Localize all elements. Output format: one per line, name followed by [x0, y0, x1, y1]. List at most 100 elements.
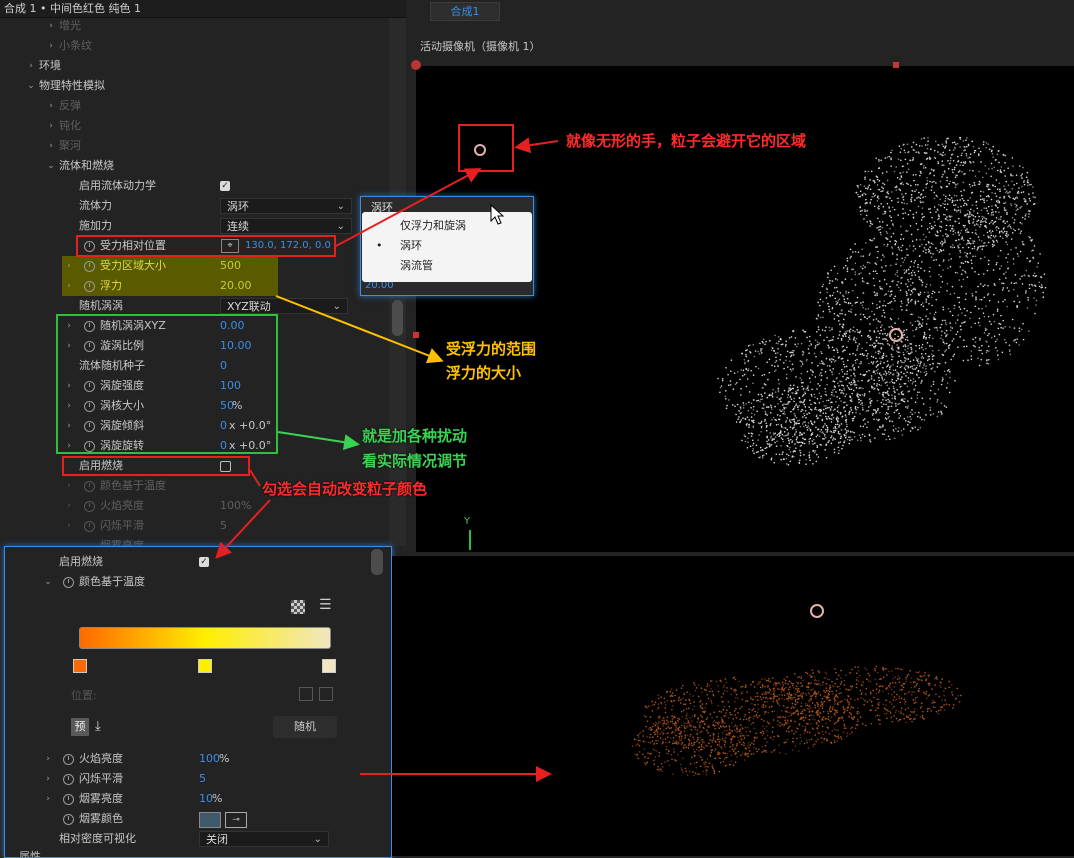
- particle-dot: [935, 311, 937, 313]
- fire-particle-dot: [717, 722, 719, 724]
- stopwatch-icon[interactable]: [63, 794, 74, 805]
- smoke-brightness-value[interactable]: 10: [199, 789, 213, 809]
- enable-fluid-checkbox[interactable]: ✓: [220, 181, 230, 191]
- particle-dot: [906, 183, 908, 185]
- tree-group-row[interactable]: ›环境: [0, 56, 388, 76]
- scrollbar-thumb[interactable]: [392, 300, 403, 336]
- composition-viewport-zoomed[interactable]: [392, 556, 1074, 856]
- chevron-right-icon[interactable]: ›: [64, 276, 74, 296]
- flame-brightness-value[interactable]: 100: [199, 749, 220, 769]
- chevron-right-icon[interactable]: ›: [64, 496, 74, 516]
- gradient-stop-yellow[interactable]: [198, 659, 212, 673]
- stopwatch-icon[interactable]: [63, 577, 74, 588]
- eyedropper-icon[interactable]: ⊸: [225, 812, 247, 828]
- smoke-color-swatch[interactable]: [199, 812, 221, 828]
- tree-group-row[interactable]: ⌄物理特性模拟: [0, 76, 388, 96]
- particle-dot: [876, 318, 878, 320]
- fire-particle-dot: [792, 741, 794, 743]
- particle-dot: [914, 199, 916, 201]
- chevron-right-icon[interactable]: ›: [64, 256, 74, 276]
- tree-group-row[interactable]: ›钝化: [0, 116, 388, 136]
- particle-dot: [919, 145, 921, 147]
- buoyancy-value[interactable]: 20.00: [220, 276, 252, 296]
- stopwatch-icon[interactable]: [63, 814, 74, 825]
- chevron-right-icon[interactable]: ›: [43, 749, 53, 769]
- stopwatch-icon[interactable]: [63, 754, 74, 765]
- chevron-right-icon[interactable]: ›: [64, 516, 74, 536]
- particle-dot: [934, 206, 936, 208]
- color-gradient-bar[interactable]: [79, 627, 331, 649]
- gradient-stop-cream[interactable]: [322, 659, 336, 673]
- fluid-force-select[interactable]: 涡环⌄: [220, 198, 352, 214]
- stopwatch-icon[interactable]: [84, 261, 95, 272]
- particle-dot: [875, 157, 877, 159]
- chevron-right-icon[interactable]: ›: [26, 56, 36, 76]
- layer-handle-icon[interactable]: [413, 332, 419, 338]
- layer-handle-icon[interactable]: [893, 62, 899, 68]
- fire-particle-dot: [779, 689, 781, 691]
- particle-dot: [906, 254, 908, 256]
- tree-group-row[interactable]: ›小条纹: [0, 36, 388, 56]
- particle-dot: [957, 246, 959, 248]
- menu-item-vortex-tube[interactable]: 涡流管: [362, 256, 532, 276]
- particle-dot: [823, 284, 825, 286]
- tab-composition[interactable]: 合成1: [430, 2, 500, 21]
- chevron-right-icon[interactable]: ›: [46, 96, 56, 116]
- layer-handle-icon[interactable]: [411, 60, 421, 70]
- menu-icon[interactable]: ☰: [319, 599, 335, 613]
- chevron-right-icon[interactable]: ›: [43, 789, 53, 809]
- particle-dot: [872, 239, 874, 241]
- particle-dot: [808, 348, 810, 350]
- preset-button[interactable]: 预设: [71, 718, 89, 736]
- gradient-stop-orange[interactable]: [73, 659, 87, 673]
- particle-dot: [877, 195, 879, 197]
- chevron-right-icon[interactable]: ›: [64, 476, 74, 496]
- random-vortex-select[interactable]: XYZ联动⌄: [220, 298, 348, 314]
- checkerboard-icon[interactable]: [291, 600, 305, 614]
- tree-group-row[interactable]: ›聚河: [0, 136, 388, 156]
- menu-item-vortex-ring[interactable]: • 涡环: [362, 236, 532, 256]
- enable-burn-checkbox[interactable]: ✓: [199, 557, 209, 567]
- particle-dot: [937, 144, 939, 146]
- random-button[interactable]: 随机: [273, 716, 337, 738]
- particle-dot: [888, 156, 890, 158]
- fire-particle-dot: [692, 715, 694, 717]
- density-vis-select[interactable]: 关闭⌄: [199, 831, 329, 847]
- chevron-down-icon[interactable]: ⌄: [43, 572, 53, 592]
- particle-dot: [750, 370, 752, 372]
- tree-group-row[interactable]: ›反弹: [0, 96, 388, 116]
- stopwatch-icon[interactable]: [63, 774, 74, 785]
- particle-dot: [941, 250, 943, 252]
- particle-dot: [812, 432, 814, 434]
- chevron-right-icon[interactable]: ›: [46, 36, 56, 56]
- crosshair-target-icon[interactable]: [889, 328, 903, 342]
- particle-dot: [850, 436, 852, 438]
- force-area-value[interactable]: 500: [220, 256, 241, 276]
- scrollbar-thumb[interactable]: [371, 549, 383, 575]
- fire-particle-dot: [675, 735, 677, 737]
- fire-particle-dot: [688, 720, 690, 722]
- chevron-right-icon[interactable]: ›: [46, 16, 56, 36]
- particle-dot: [1000, 315, 1002, 317]
- chevron-down-icon[interactable]: ⌄: [46, 156, 56, 176]
- particle-dot: [980, 191, 982, 193]
- particle-dot: [844, 301, 846, 303]
- stopwatch-icon[interactable]: [84, 281, 95, 292]
- menu-item-buoyancy-vortex[interactable]: 仅浮力和旋涡: [362, 216, 532, 236]
- apply-force-select[interactable]: 连续⌄: [220, 218, 352, 234]
- tree-group-row[interactable]: ›增光: [0, 16, 388, 36]
- download-icon[interactable]: ⤓: [95, 719, 101, 734]
- chevron-down-icon[interactable]: ⌄: [26, 76, 36, 96]
- tree-group-row[interactable]: ⌄流体和燃烧: [0, 156, 388, 176]
- particle-dot: [810, 369, 812, 371]
- particle-dot: [1000, 327, 1002, 329]
- flicker-value[interactable]: 5: [199, 769, 206, 789]
- fire-particle-dot: [878, 691, 880, 693]
- chevron-right-icon[interactable]: ›: [43, 769, 53, 789]
- y-axis-gizmo[interactable]: [469, 530, 471, 550]
- chevron-right-icon[interactable]: ›: [46, 116, 56, 136]
- chevron-right-icon[interactable]: ›: [46, 136, 56, 156]
- fire-particle-dot: [810, 689, 812, 691]
- particle-dot: [783, 368, 785, 370]
- particle-dot: [832, 439, 834, 441]
